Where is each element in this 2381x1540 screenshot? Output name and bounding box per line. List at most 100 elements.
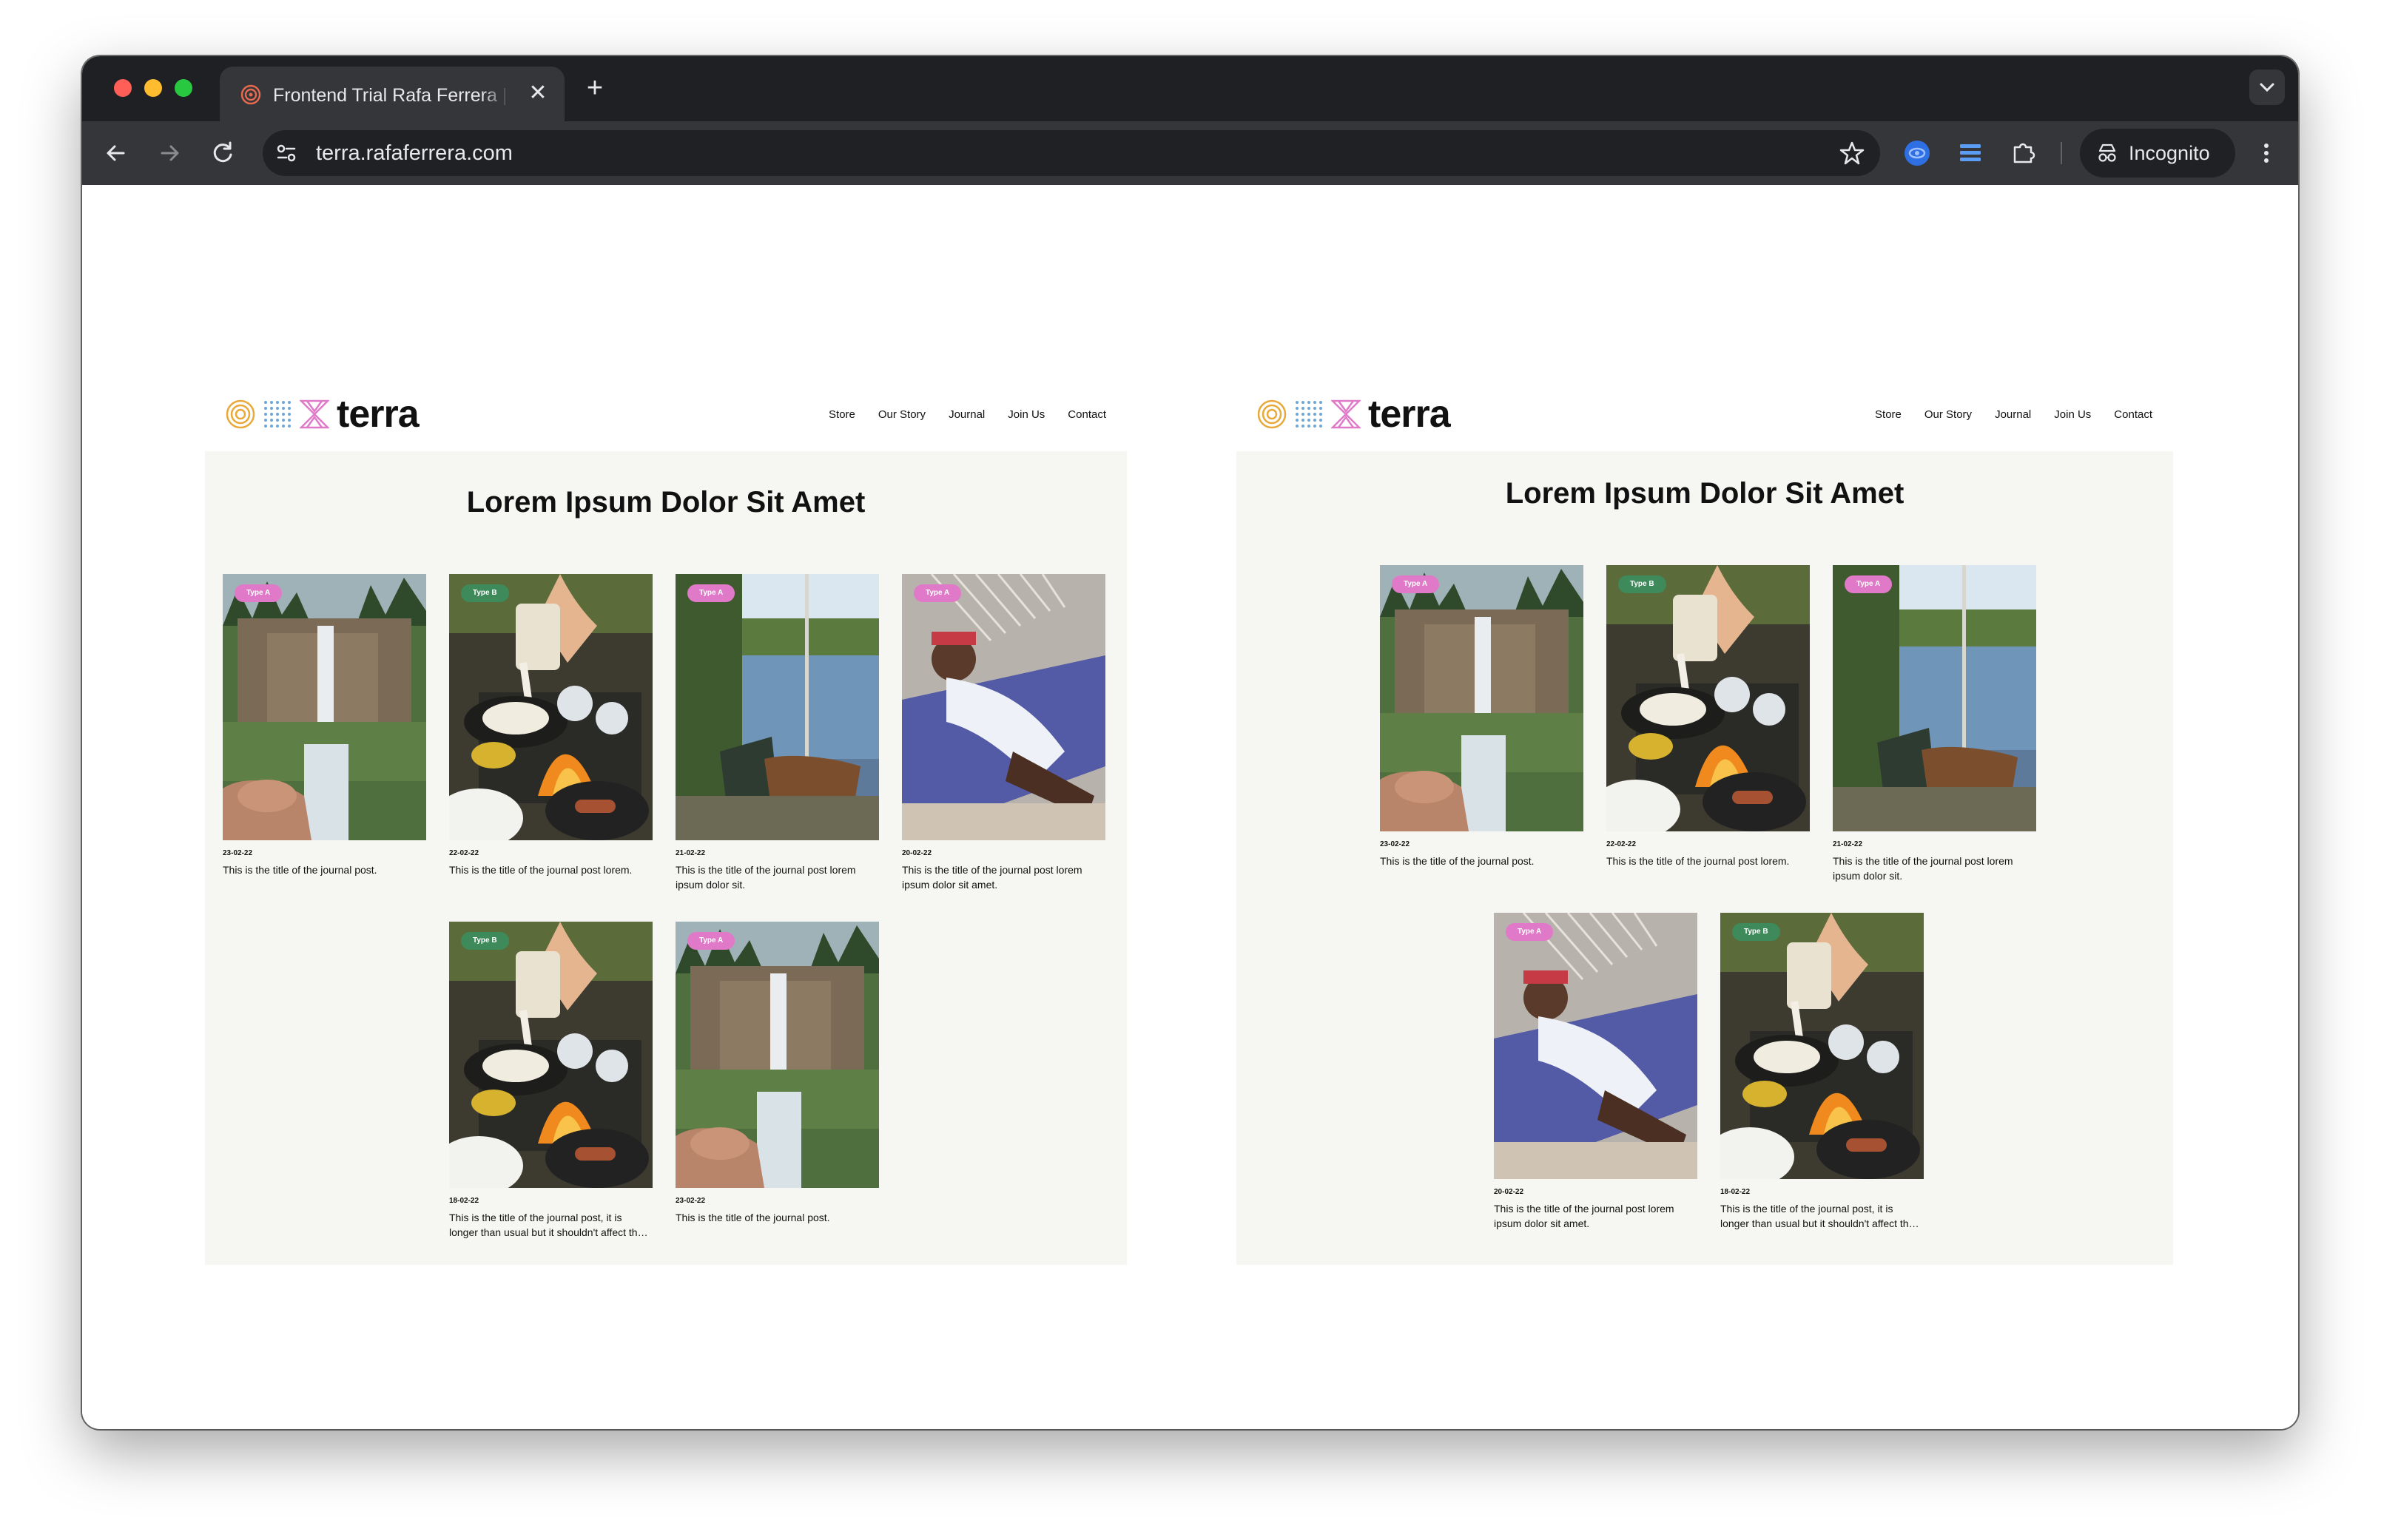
- terra-favicon-icon: [240, 84, 261, 105]
- nav-our-story[interactable]: Our Story: [878, 404, 926, 426]
- nav-journal[interactable]: Journal: [1995, 404, 2031, 426]
- browser-window: Frontend Trial Rafa Ferrera | Terra ✕ +: [82, 56, 2298, 1429]
- type-badge: Type A: [1392, 575, 1440, 593]
- extension-list-icon[interactable]: [1954, 137, 1987, 169]
- rings-logo-icon: [226, 399, 255, 429]
- post-date: 23-02-22: [223, 849, 253, 857]
- extensions-puzzle-icon[interactable]: [2007, 137, 2040, 169]
- close-window-button[interactable]: [114, 79, 132, 97]
- more-menu-icon[interactable]: [2250, 137, 2283, 169]
- main-nav: Store Our Story Journal Join Us Contact: [806, 404, 1106, 426]
- chevron-down-icon: [2260, 83, 2274, 92]
- tab-active[interactable]: Frontend Trial Rafa Ferrera | Terra ✕: [220, 67, 565, 121]
- post-date: 23-02-22: [1380, 840, 1410, 848]
- type-badge: Type A: [1845, 575, 1893, 593]
- post-title[interactable]: This is the title of the journal post.: [1380, 854, 1583, 868]
- type-badge: Type A: [914, 584, 962, 602]
- type-badge: Type B: [1618, 575, 1666, 593]
- brand-wordmark: terra: [1368, 393, 1451, 436]
- hourglass-logo-icon: [1331, 399, 1361, 429]
- minimize-window-button[interactable]: [144, 79, 162, 97]
- post-title[interactable]: This is the title of the journal post lo…: [1606, 854, 1810, 868]
- journal-section: Lorem Ipsum Dolor Sit Amet Type A 23-02-…: [1236, 451, 2173, 1265]
- journal-card-image[interactable]: Type A: [1380, 565, 1583, 831]
- reload-icon[interactable]: [206, 137, 239, 169]
- post-title[interactable]: This is the title of the journal post.: [223, 862, 426, 877]
- forward-arrow-icon[interactable]: [153, 137, 186, 169]
- post-title[interactable]: This is the title of the journal post, i…: [449, 1210, 653, 1240]
- incognito-button[interactable]: Incognito: [2080, 129, 2235, 178]
- journal-card-image[interactable]: Type B: [1606, 565, 1810, 831]
- nav-contact[interactable]: Contact: [1068, 404, 1106, 426]
- journal-card-image[interactable]: Type B: [1720, 913, 1924, 1179]
- post-date: 18-02-22: [449, 1197, 479, 1205]
- post-title[interactable]: This is the title of the journal post lo…: [449, 862, 653, 877]
- nav-our-story[interactable]: Our Story: [1924, 404, 1972, 426]
- type-badge: Type A: [235, 584, 283, 602]
- post-title[interactable]: This is the title of the journal post, i…: [1720, 1201, 1924, 1231]
- nav-store[interactable]: Store: [829, 404, 855, 426]
- post-title[interactable]: This is the title of the journal post lo…: [1494, 1201, 1697, 1231]
- dots-logo-icon: [263, 399, 292, 429]
- journal-card-image[interactable]: Type A: [676, 574, 879, 840]
- post-date: 21-02-22: [676, 849, 706, 857]
- incognito-label: Incognito: [2129, 142, 2210, 164]
- post-date: 23-02-22: [676, 1197, 706, 1205]
- post-title[interactable]: This is the title of the journal post.: [676, 1210, 879, 1225]
- nav-join-us[interactable]: Join Us: [2054, 404, 2091, 426]
- site-header: terra Store Our Story Journal Join Us Co…: [205, 383, 1127, 442]
- type-badge: Type A: [687, 932, 735, 950]
- rings-logo-icon: [1257, 399, 1287, 429]
- main-nav: Store Our Story Journal Join Us Contact: [1852, 404, 2152, 426]
- back-arrow-icon[interactable]: [100, 137, 132, 169]
- type-badge: Type B: [1732, 923, 1780, 941]
- layout-preview-right: terra Store Our Story Journal Join Us Co…: [1236, 383, 2173, 1265]
- site-settings-icon[interactable]: [272, 138, 301, 168]
- type-badge: Type B: [461, 584, 509, 602]
- nav-join-us[interactable]: Join Us: [1008, 404, 1045, 426]
- type-badge: Type A: [1506, 923, 1554, 941]
- type-badge: Type B: [461, 932, 509, 950]
- new-tab-button[interactable]: +: [578, 71, 612, 105]
- journal-card-image[interactable]: Type B: [449, 922, 653, 1188]
- incognito-icon: [2098, 143, 2116, 162]
- post-title[interactable]: This is the title of the journal post lo…: [676, 862, 879, 892]
- type-badge: Type A: [687, 584, 735, 602]
- journal-card-image[interactable]: Type A: [223, 574, 426, 840]
- dots-logo-icon: [1294, 399, 1324, 429]
- post-date: 22-02-22: [449, 849, 479, 857]
- post-date: 18-02-22: [1720, 1188, 1751, 1196]
- post-date: 20-02-22: [1494, 1188, 1524, 1196]
- site-header: terra Store Our Story Journal Join Us Co…: [1236, 383, 2173, 442]
- post-title[interactable]: This is the title of the journal post lo…: [1833, 854, 2036, 883]
- bookmark-star-icon[interactable]: [1839, 140, 1865, 166]
- nav-store[interactable]: Store: [1875, 404, 1902, 426]
- nav-contact[interactable]: Contact: [2114, 404, 2152, 426]
- page-viewport: terra Store Our Story Journal Join Us Co…: [82, 185, 2298, 1429]
- journal-card-image[interactable]: Type B: [449, 574, 653, 840]
- toolbar-separator: [2061, 142, 2062, 164]
- browser-toolbar: terra.rafaferrera.com Incognito: [82, 121, 2298, 185]
- nav-journal[interactable]: Journal: [949, 404, 985, 426]
- page-title: Lorem Ipsum Dolor Sit Amet: [466, 486, 866, 519]
- journal-card-image[interactable]: Type A: [902, 574, 1105, 840]
- extension-eye-icon[interactable]: [1901, 137, 1933, 169]
- post-date: 21-02-22: [1833, 840, 1863, 848]
- journal-card-image[interactable]: Type A: [676, 922, 879, 1188]
- journal-card-image[interactable]: Type A: [1833, 565, 2036, 831]
- url-text[interactable]: terra.rafaferrera.com: [316, 139, 513, 167]
- address-bar[interactable]: terra.rafaferrera.com: [263, 130, 1880, 176]
- journal-section: Lorem Ipsum Dolor Sit Amet Type A 23-02-…: [205, 451, 1127, 1265]
- post-title[interactable]: This is the title of the journal post lo…: [902, 862, 1105, 892]
- post-date: 22-02-22: [1606, 840, 1637, 848]
- maximize-window-button[interactable]: [175, 79, 192, 97]
- tab-search-button[interactable]: [2249, 70, 2285, 105]
- tab-bar: Frontend Trial Rafa Ferrera | Terra ✕ +: [82, 56, 2298, 121]
- brand-wordmark: terra: [337, 393, 420, 436]
- layout-preview-left: terra Store Our Story Journal Join Us Co…: [205, 383, 1127, 1265]
- hourglass-logo-icon: [300, 399, 329, 429]
- page-title: Lorem Ipsum Dolor Sit Amet: [1505, 477, 1905, 510]
- journal-card-image[interactable]: Type A: [1494, 913, 1697, 1179]
- post-date: 20-02-22: [902, 849, 932, 857]
- close-tab-icon[interactable]: ✕: [525, 80, 551, 107]
